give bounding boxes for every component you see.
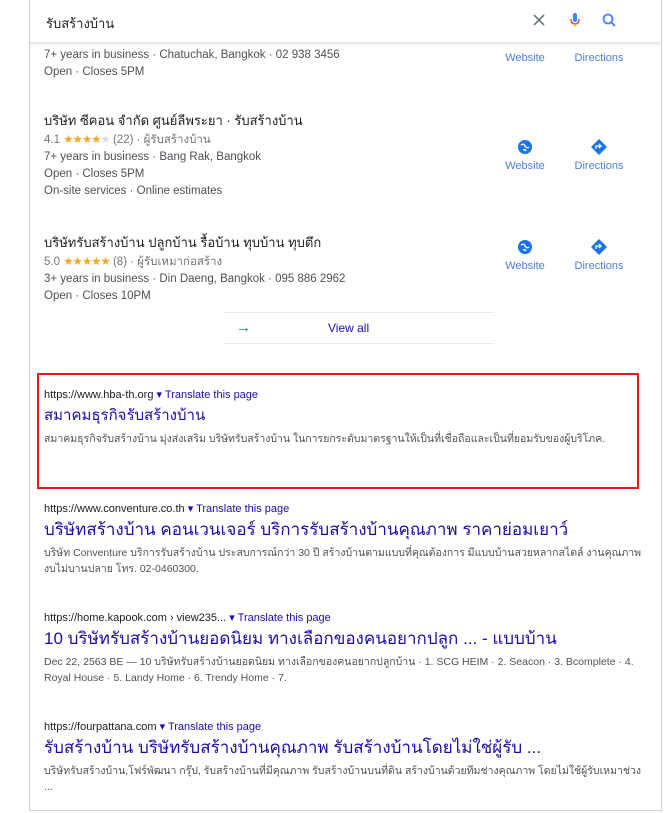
directions-label: Directions [574,260,624,272]
result-title[interactable]: 10 บริษัทรับสร้างบ้านยอดนิยม ทางเลือกของ… [44,628,644,650]
mic-icon[interactable] [566,11,584,29]
result-snippet: บริษัทรับสร้างบ้าน,โฟร์พัฒนา กรุ๊ป, รับส… [44,765,642,793]
website-label: Website [505,260,545,272]
search-results-page: รับสร้างบ้าน 7+ years in business · Chat… [29,0,662,811]
search-result: https://www.hba-th.org ▾ Translate this … [44,388,644,447]
rating-value: 4.1 [44,134,60,146]
search-icon[interactable] [600,11,618,29]
result-snippet: สมาคมธุรกิจรับสร้างบ้าน มุ่งส่งเสริม บริ… [44,433,606,445]
rating-value: 5.0 [44,256,60,268]
result-title[interactable]: บริษัทสร้างบ้าน คอนเวนเจอร์ บริการรับสร้… [44,519,644,541]
directions-icon [591,239,607,255]
result-url-text[interactable]: https://fourpattana.com [44,721,157,733]
search-result: https://fourpattana.com ▾ Translate this… [44,720,644,795]
website-button[interactable]: Website [490,138,560,172]
directions-label: Directions [574,52,624,64]
result-url: https://fourpattana.com ▾ Translate this… [44,720,644,733]
website-label: Website [505,52,545,64]
translate-link[interactable]: ▾ Translate this page [160,721,262,733]
search-bar[interactable]: รับสร้างบ้าน [30,0,661,43]
view-all-label: View all [328,321,370,335]
result-url: https://www.conventure.co.th ▾ Translate… [44,502,644,515]
search-result: https://www.conventure.co.th ▾ Translate… [44,502,644,577]
business-hours: Open · Closes 10PM [44,290,151,302]
result-url-text[interactable]: https://www.conventure.co.th [44,503,185,515]
directions-button[interactable]: Directions [564,52,634,64]
star-rating-icon: ★★★★★ [63,134,111,146]
website-button[interactable]: Website [490,52,560,64]
directions-button[interactable]: Directions [564,238,634,272]
result-title[interactable]: รับสร้างบ้าน บริษัทรับสร้างบ้านคุณภาพ รั… [44,737,644,759]
business-hours: Open · Closes 5PM [44,66,145,78]
business-name[interactable]: บริษัท ซีคอน จำกัด ศูนย์ลีพระยา · รับสร้… [44,110,644,131]
translate-link[interactable]: ▾ Translate this page [157,389,259,401]
globe-icon [518,140,532,154]
result-snippet: Dec 22, 2563 BE — 10 บริษัทรับสร้างบ้านย… [44,656,634,684]
result-url: https://www.hba-th.org ▾ Translate this … [44,388,644,401]
search-input[interactable]: รับสร้างบ้าน [46,13,114,34]
result-url: https://home.kapook.com › view235... ▾ T… [44,611,644,624]
directions-icon [591,139,607,155]
arrow-right-icon: → [236,319,251,336]
close-icon[interactable] [530,11,548,29]
star-rating-icon: ★★★★★ [63,256,111,268]
globe-icon [518,240,532,254]
result-url-text[interactable]: https://home.kapook.com › view235... [44,612,226,624]
review-count: (22) · ผู้รับสร้างบ้าน [112,134,211,146]
translate-link[interactable]: ▾ Translate this page [188,503,290,515]
result-snippet: บริษัท Conventure บริการรับสร้างบ้าน ประ… [44,547,642,575]
result-url-text[interactable]: https://www.hba-th.org [44,389,153,401]
website-label: Website [505,160,545,172]
view-all-button[interactable]: → View all [224,312,494,344]
business-info: 3+ years in business · Din Daeng, Bangko… [44,273,346,285]
directions-label: Directions [574,160,624,172]
search-result: https://home.kapook.com › view235... ▾ T… [44,611,644,686]
website-button[interactable]: Website [490,238,560,272]
business-services: On-site services · Online estimates [44,185,223,197]
result-title[interactable]: สมาคมธุรกิจรับสร้างบ้าน [44,405,644,427]
translate-link[interactable]: ▾ Translate this page [229,612,331,624]
directions-button[interactable]: Directions [564,138,634,172]
review-count: (8) · ผู้รับเหมาก่อสร้าง [112,256,223,268]
